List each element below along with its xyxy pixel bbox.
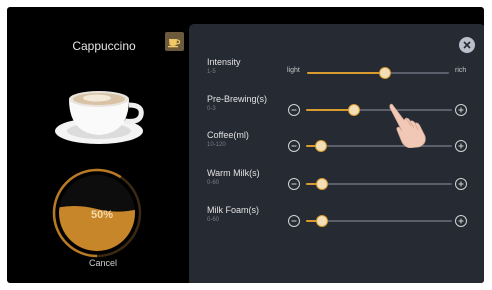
- setting-range: 0-3: [207, 106, 216, 112]
- minus-icon: [291, 183, 297, 185]
- minus-icon: [291, 109, 297, 111]
- slider-handle[interactable]: [316, 215, 329, 227]
- coffee-volume-setting: Coffee(ml) 10-120: [189, 130, 484, 166]
- warm-milk-setting: Warm Milk(s) 0-60: [189, 168, 484, 204]
- setting-range: 0-60: [207, 180, 220, 186]
- cancel-button[interactable]: Cancel: [75, 258, 131, 268]
- minus-icon: [291, 220, 297, 222]
- brew-settings-panel: Intensity 1-5 light rich Pre-Brewing(s) …: [189, 24, 484, 283]
- plus-icon: [458, 143, 464, 149]
- close-button[interactable]: [459, 37, 475, 53]
- setting-label: Warm Milk(s): [207, 168, 260, 178]
- slider-fill: [307, 72, 386, 74]
- drink-name: Cappuccino: [72, 39, 136, 53]
- intensity-slider[interactable]: [307, 67, 449, 79]
- intensity-setting: Intensity 1-5 light rich: [189, 57, 484, 93]
- close-icon: [463, 41, 471, 49]
- increase-button[interactable]: [455, 140, 467, 152]
- increase-button[interactable]: [455, 215, 467, 227]
- decrease-button[interactable]: [288, 104, 300, 116]
- slider-handle[interactable]: [316, 178, 329, 190]
- decrease-button[interactable]: [288, 215, 300, 227]
- slider-handle[interactable]: [348, 104, 361, 116]
- decrease-button[interactable]: [288, 140, 300, 152]
- milk-foam-slider[interactable]: [306, 215, 452, 227]
- setting-range: 1-5: [207, 69, 216, 75]
- setting-label: Pre-Brewing(s): [207, 94, 268, 104]
- pointing-hand-icon: [389, 103, 426, 148]
- setting-range: 0-60: [207, 217, 220, 223]
- setting-label: Milk Foam(s): [207, 205, 259, 215]
- decrease-button[interactable]: [288, 178, 300, 190]
- setting-label: Coffee(ml): [207, 130, 249, 140]
- pre-brewing-setting: Pre-Brewing(s) 0-3: [189, 94, 484, 130]
- increase-button[interactable]: [455, 104, 467, 116]
- plus-icon: [458, 218, 464, 224]
- increase-button[interactable]: [455, 178, 467, 190]
- progress-percent: 50%: [90, 209, 114, 221]
- coffee-cup-icon: [168, 38, 181, 47]
- setting-range: 10-120: [207, 142, 226, 148]
- milk-foam-setting: Milk Foam(s) 0-60: [189, 205, 484, 241]
- slider-handle[interactable]: [379, 67, 392, 79]
- coffee-settings-tab[interactable]: [165, 32, 184, 51]
- rich-label: rich: [455, 67, 467, 74]
- coffee-volume-slider[interactable]: [306, 140, 452, 152]
- plus-icon: [458, 107, 464, 113]
- screen: Cappuccino 50% Cancel Intensity 1-5 ligh…: [7, 7, 484, 283]
- setting-label: Intensity: [207, 57, 241, 67]
- slider-fill: [306, 109, 355, 111]
- plus-icon: [458, 181, 464, 187]
- slider-handle[interactable]: [314, 140, 327, 152]
- warm-milk-slider[interactable]: [306, 178, 452, 190]
- light-label: light: [287, 67, 300, 74]
- pre-brewing-slider[interactable]: [306, 104, 452, 116]
- cappuccino-cup-image: [55, 91, 144, 144]
- minus-icon: [291, 145, 297, 147]
